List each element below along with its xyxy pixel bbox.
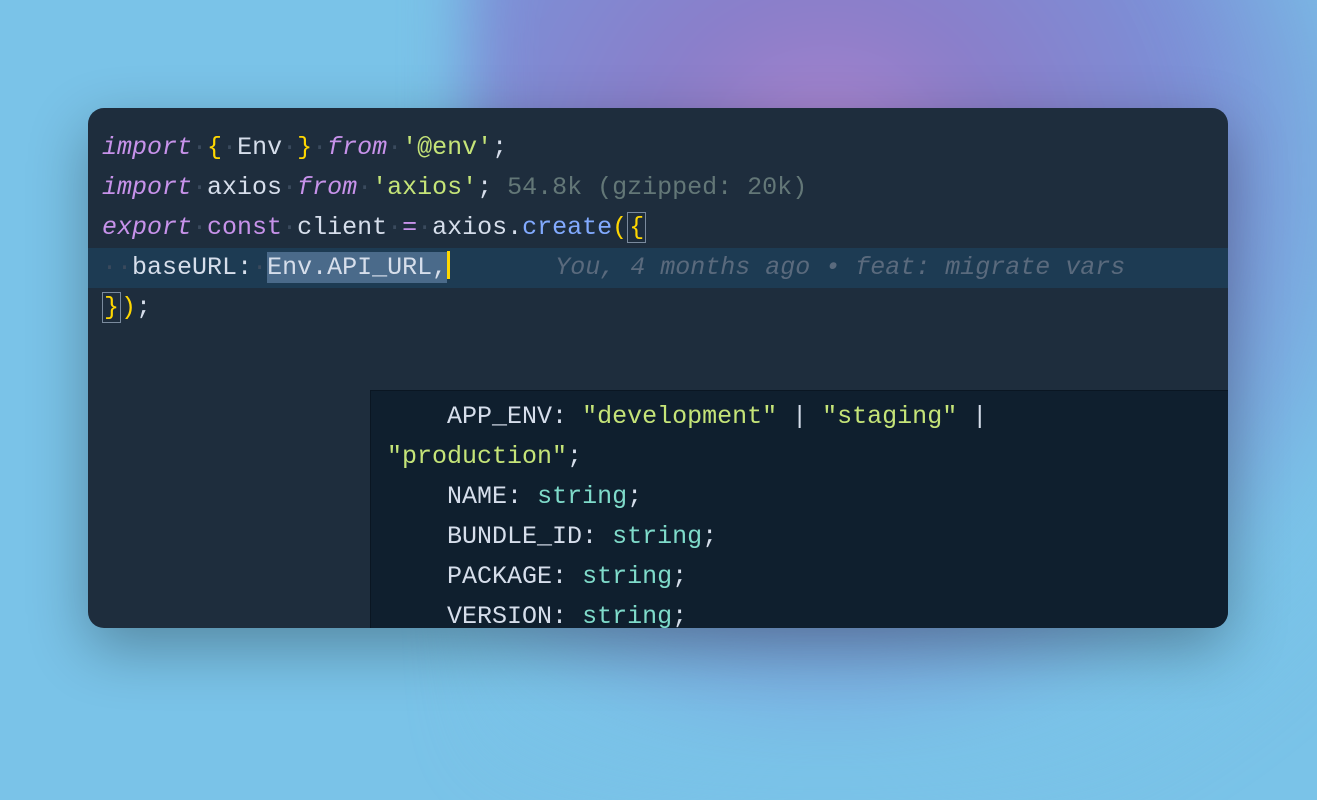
property-baseurl: baseURL bbox=[132, 253, 237, 282]
semicolon: ; bbox=[567, 442, 582, 471]
tooltip-key: PACKAGE bbox=[447, 562, 552, 591]
tooltip-string: "development" bbox=[582, 402, 777, 431]
semicolon: ; bbox=[672, 602, 687, 628]
keyword-import: import bbox=[102, 133, 192, 162]
pipe: | bbox=[972, 402, 987, 431]
whitespace-dot: · bbox=[357, 173, 372, 202]
tooltip-line-bundle: BUNDLE_ID: string; bbox=[387, 517, 1228, 557]
tooltip-line-name: NAME: string; bbox=[387, 477, 1228, 517]
tooltip-type: string bbox=[582, 562, 672, 591]
whitespace-dot: · bbox=[387, 213, 402, 242]
semicolon: ; bbox=[627, 482, 642, 511]
whitespace-dot: · bbox=[417, 213, 432, 242]
identifier-axios: axios bbox=[207, 173, 282, 202]
pipe: | bbox=[792, 402, 807, 431]
semicolon: ; bbox=[136, 293, 151, 322]
tooltip-line-2: "production"; bbox=[387, 437, 1228, 477]
code-line-2[interactable]: import·axios·from·'axios'; 54.8k (gzippe… bbox=[98, 168, 1218, 208]
paren-close: ) bbox=[121, 293, 136, 322]
keyword-const: const bbox=[207, 213, 282, 242]
tooltip-line-version: VERSION: string; bbox=[387, 597, 1228, 628]
tooltip-line-package: PACKAGE: string; bbox=[387, 557, 1228, 597]
git-blame-annotation: You, 4 months ago • feat: migrate vars bbox=[555, 253, 1125, 282]
whitespace-dot: · bbox=[192, 173, 207, 202]
tooltip-string: "staging" bbox=[822, 402, 957, 431]
tooltip-key: BUNDLE_ID bbox=[447, 522, 582, 551]
size-comment: 54.8k (gzipped: 20k) bbox=[492, 173, 807, 202]
tooltip-type: string bbox=[582, 602, 672, 628]
whitespace-dot: · bbox=[102, 253, 117, 282]
keyword-import: import bbox=[102, 173, 192, 202]
colon: : bbox=[507, 482, 522, 511]
code-line-4-active[interactable]: ··baseURL:·Env.API_URL, You, 4 months ag… bbox=[88, 248, 1228, 288]
colon: : bbox=[237, 253, 252, 282]
code-line-1[interactable]: import·{·Env·}·from·'@env'; bbox=[98, 128, 1218, 168]
whitespace-dot: · bbox=[282, 173, 297, 202]
whitespace-dot: · bbox=[312, 133, 327, 162]
colon: : bbox=[582, 522, 597, 551]
code-line-5[interactable]: }); bbox=[98, 288, 1218, 328]
whitespace-dot: · bbox=[282, 213, 297, 242]
hover-tooltip[interactable]: APP_ENV: "development" | "staging" | "pr… bbox=[370, 390, 1228, 628]
tooltip-key: VERSION bbox=[447, 602, 552, 628]
tooltip-key: NAME bbox=[447, 482, 507, 511]
whitespace-dot: · bbox=[192, 213, 207, 242]
dot: . bbox=[507, 213, 522, 242]
spacer bbox=[450, 253, 555, 282]
identifier-axios: axios bbox=[432, 213, 507, 242]
identifier-apiurl: API_URL bbox=[327, 253, 432, 282]
operator-equals: = bbox=[402, 213, 417, 242]
whitespace-dot: · bbox=[222, 133, 237, 162]
identifier-env: Env bbox=[267, 253, 312, 282]
tooltip-line-1: APP_ENV: "development" | "staging" | bbox=[387, 397, 1228, 437]
tooltip-string: "production" bbox=[387, 442, 567, 471]
semicolon: ; bbox=[672, 562, 687, 591]
text-selection: Env.API_URL, bbox=[267, 252, 447, 283]
dot: . bbox=[312, 253, 327, 282]
paren-open: ( bbox=[612, 213, 627, 242]
keyword-from: from bbox=[297, 173, 357, 202]
whitespace-dot: · bbox=[282, 133, 297, 162]
colon: : bbox=[552, 562, 567, 591]
string-literal: '@env' bbox=[402, 133, 492, 162]
semicolon: ; bbox=[492, 133, 507, 162]
tooltip-type: string bbox=[537, 482, 627, 511]
tooltip-key: APP_ENV bbox=[447, 402, 552, 431]
string-literal: 'axios' bbox=[372, 173, 477, 202]
colon: : bbox=[552, 602, 567, 628]
brace-open: { bbox=[207, 133, 222, 162]
identifier-client: client bbox=[297, 213, 387, 242]
whitespace-dot: · bbox=[252, 253, 267, 282]
code-line-3[interactable]: export·const·client·=·axios.create({ bbox=[98, 208, 1218, 248]
tooltip-type: string bbox=[612, 522, 702, 551]
keyword-export: export bbox=[102, 213, 192, 242]
brace-close: } bbox=[102, 292, 121, 323]
brace-open: { bbox=[627, 212, 646, 243]
brace-close: } bbox=[297, 133, 312, 162]
colon: : bbox=[552, 402, 567, 431]
code-editor-window[interactable]: import·{·Env·}·from·'@env'; import·axios… bbox=[88, 108, 1228, 628]
identifier-env: Env bbox=[237, 133, 282, 162]
semicolon: ; bbox=[702, 522, 717, 551]
comma: , bbox=[432, 253, 447, 282]
whitespace-dot: · bbox=[387, 133, 402, 162]
semicolon: ; bbox=[477, 173, 492, 202]
whitespace-dot: · bbox=[117, 253, 132, 282]
whitespace-dot: · bbox=[192, 133, 207, 162]
keyword-from: from bbox=[327, 133, 387, 162]
method-create: create bbox=[522, 213, 612, 242]
